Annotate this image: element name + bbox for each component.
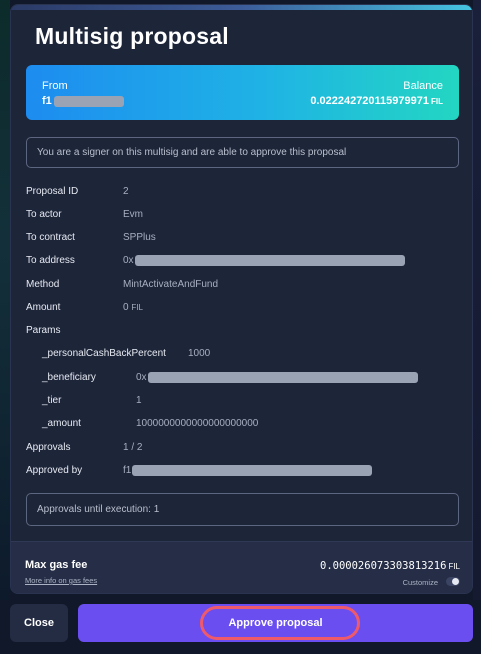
- param-value: 1000: [188, 348, 211, 359]
- param-value: 1: [136, 395, 142, 406]
- param-label: _beneficiary: [42, 372, 96, 383]
- redacted-approver: [132, 465, 373, 476]
- param-label: _amount: [42, 418, 81, 429]
- param-value: 0x: [136, 372, 418, 383]
- param-value: 1000000000000000000000: [136, 418, 259, 429]
- gas-unit: FIL: [448, 562, 460, 571]
- balance-label: Balance: [403, 80, 443, 92]
- detail-label: Amount: [26, 302, 61, 313]
- page-title: Multisig proposal: [35, 23, 229, 49]
- gas-info-link[interactable]: More info on gas fees: [25, 576, 97, 585]
- toggle-knob: [452, 578, 459, 585]
- approved-by-prefix: f1: [123, 465, 132, 477]
- to-address-prefix: 0x: [123, 255, 134, 267]
- params-label: Params: [26, 325, 61, 336]
- detail-value: SPPlus: [123, 232, 156, 243]
- redacted-beneficiary: [147, 372, 418, 383]
- detail-label: To actor: [26, 209, 62, 220]
- approvals-until-execution: Approvals until execution: 1: [26, 493, 459, 526]
- detail-label: Method: [26, 279, 60, 290]
- param-label: _tier: [42, 395, 62, 406]
- detail-value: Evm: [123, 209, 143, 220]
- max-gas-fee-value: 0.000026073303813216 FIL: [320, 560, 460, 572]
- customize-gas-toggle[interactable]: [446, 577, 460, 586]
- beneficiary-prefix: 0x: [136, 372, 147, 384]
- modal-top-accent: [11, 5, 472, 10]
- detail-value: 0x: [123, 255, 405, 266]
- detail-label: To contract: [26, 232, 75, 243]
- param-label: _personalCashBackPercent: [42, 348, 166, 359]
- detail-value: 2: [123, 186, 129, 197]
- amount-unit: FIL: [131, 303, 143, 312]
- backdrop-left: [0, 0, 10, 600]
- detail-label: Approved by: [26, 465, 83, 476]
- detail-label: Approvals: [26, 442, 71, 453]
- redacted-from-address: [53, 95, 124, 107]
- redacted-to-address: [134, 255, 405, 266]
- gas-fee-section: Max gas fee More info on gas fees 0.0000…: [11, 541, 472, 593]
- detail-label: Proposal ID: [26, 186, 79, 197]
- approve-button-label: Approve proposal: [228, 617, 323, 629]
- approve-proposal-button[interactable]: Approve proposal: [78, 604, 473, 642]
- from-label: From: [42, 80, 68, 92]
- balance-card: From f1 Balance 0.022242720115979971 FIL: [26, 65, 459, 120]
- max-gas-fee-label: Max gas fee: [25, 559, 88, 571]
- from-address: f1: [42, 95, 124, 107]
- detail-value: 0 FIL: [123, 302, 143, 313]
- balance-unit: FIL: [431, 97, 443, 106]
- balance-amount: 0.022242720115979971: [310, 95, 429, 107]
- backdrop-right: [473, 0, 481, 600]
- balance-value: 0.022242720115979971 FIL: [310, 95, 443, 107]
- detail-label: To address: [26, 255, 75, 266]
- multisig-proposal-modal: Multisig proposal From f1 Balance 0.0222…: [10, 4, 473, 594]
- detail-value: MintActivateAndFund: [123, 279, 219, 290]
- from-address-prefix: f1: [42, 95, 52, 107]
- close-button[interactable]: Close: [10, 604, 68, 642]
- detail-value: 1 / 2: [123, 442, 143, 453]
- signer-notice: You are a signer on this multisig and ar…: [26, 137, 459, 168]
- amount-value: 0: [123, 302, 129, 313]
- detail-value: f1: [123, 465, 373, 477]
- customize-label: Customize: [402, 578, 438, 587]
- gas-amount: 0.000026073303813216: [320, 560, 447, 572]
